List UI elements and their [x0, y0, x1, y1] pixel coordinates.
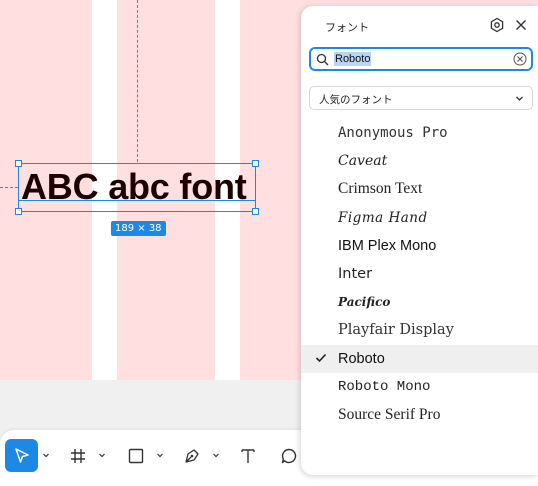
close-icon[interactable] [513, 17, 529, 33]
font-list-item[interactable]: Playfair Display [301, 316, 538, 344]
search-value[interactable]: Roboto [334, 52, 372, 66]
font-name: Anonymous Pro [338, 125, 448, 141]
chevron-down-icon[interactable] [42, 451, 50, 459]
font-list: Anonymous Pro Caveat Crimson Text Figma … [301, 119, 538, 429]
font-name: Pacifico [338, 295, 391, 310]
size-badge: 189 × 38 [111, 221, 166, 236]
search-icon [316, 53, 329, 66]
font-list-item[interactable]: Figma Hand [301, 204, 538, 232]
font-name: Inter [338, 265, 373, 282]
horizontal-guide [0, 187, 18, 188]
clear-circle-icon[interactable] [513, 52, 527, 66]
font-name: Crimson Text [338, 180, 423, 198]
font-name: Roboto Mono [338, 378, 431, 395]
font-list-item[interactable]: IBM Plex Mono [301, 232, 538, 260]
hash-frame-icon [71, 448, 85, 463]
resize-handle-bottom-right[interactable] [252, 208, 259, 215]
resize-handle-top-right[interactable] [252, 160, 259, 167]
font-filter-label: 人気のフォント [319, 94, 393, 106]
text-tool-button[interactable] [236, 439, 260, 472]
font-name: IBM Plex Mono [338, 237, 437, 254]
chevron-down-icon[interactable] [156, 451, 164, 459]
panel-title: フォント [325, 21, 369, 34]
move-tool-button[interactable] [5, 439, 38, 472]
font-list-item[interactable]: Anonymous Pro [301, 119, 538, 147]
font-list-item[interactable]: Inter [301, 260, 538, 288]
cursor-icon [14, 447, 29, 463]
font-filter-dropdown[interactable]: 人気のフォント [309, 86, 533, 110]
font-list-item[interactable]: Source Serif Pro [301, 401, 538, 429]
settings-hex-icon[interactable] [489, 17, 505, 33]
pen-icon [185, 448, 199, 463]
rectangle-tool-button[interactable] [124, 439, 148, 472]
font-list-item[interactable]: Roboto Mono [301, 373, 538, 401]
vertical-guide [137, 0, 138, 162]
canvas-text[interactable]: ABC abc font [21, 167, 247, 207]
resize-handle-top-left[interactable] [15, 160, 22, 167]
text-t-icon [241, 448, 255, 463]
chevron-down-icon[interactable] [212, 451, 220, 459]
comment-tool-button[interactable] [277, 439, 301, 472]
checkmark-icon [315, 353, 327, 362]
chevron-down-icon[interactable] [98, 451, 106, 459]
font-name: Roboto [338, 350, 385, 367]
resize-handle-bottom-left[interactable] [15, 208, 22, 215]
font-list-item[interactable]: Caveat [301, 147, 538, 175]
chevron-down-icon [516, 96, 523, 101]
font-name: Caveat [338, 153, 388, 170]
font-search-input[interactable]: Roboto [309, 47, 533, 71]
font-name: Source Serif Pro [338, 405, 441, 423]
font-picker-panel: フォント Roboto 人気のフォント Anonymous Pro Caveat… [301, 6, 538, 475]
pen-tool-button[interactable] [180, 439, 204, 472]
font-list-item-selected[interactable]: Roboto [301, 344, 538, 373]
speech-bubble-icon [281, 448, 297, 463]
text-baseline [19, 200, 255, 201]
font-list-item[interactable]: Pacifico [301, 288, 538, 316]
font-name: Figma Hand [338, 209, 428, 226]
selected-text-layer[interactable]: ABC abc font [15, 160, 259, 215]
font-name: Playfair Display [338, 322, 454, 339]
font-list-item[interactable]: Crimson Text [301, 175, 538, 203]
frame-tool-button[interactable] [66, 439, 90, 472]
square-icon [128, 448, 144, 463]
